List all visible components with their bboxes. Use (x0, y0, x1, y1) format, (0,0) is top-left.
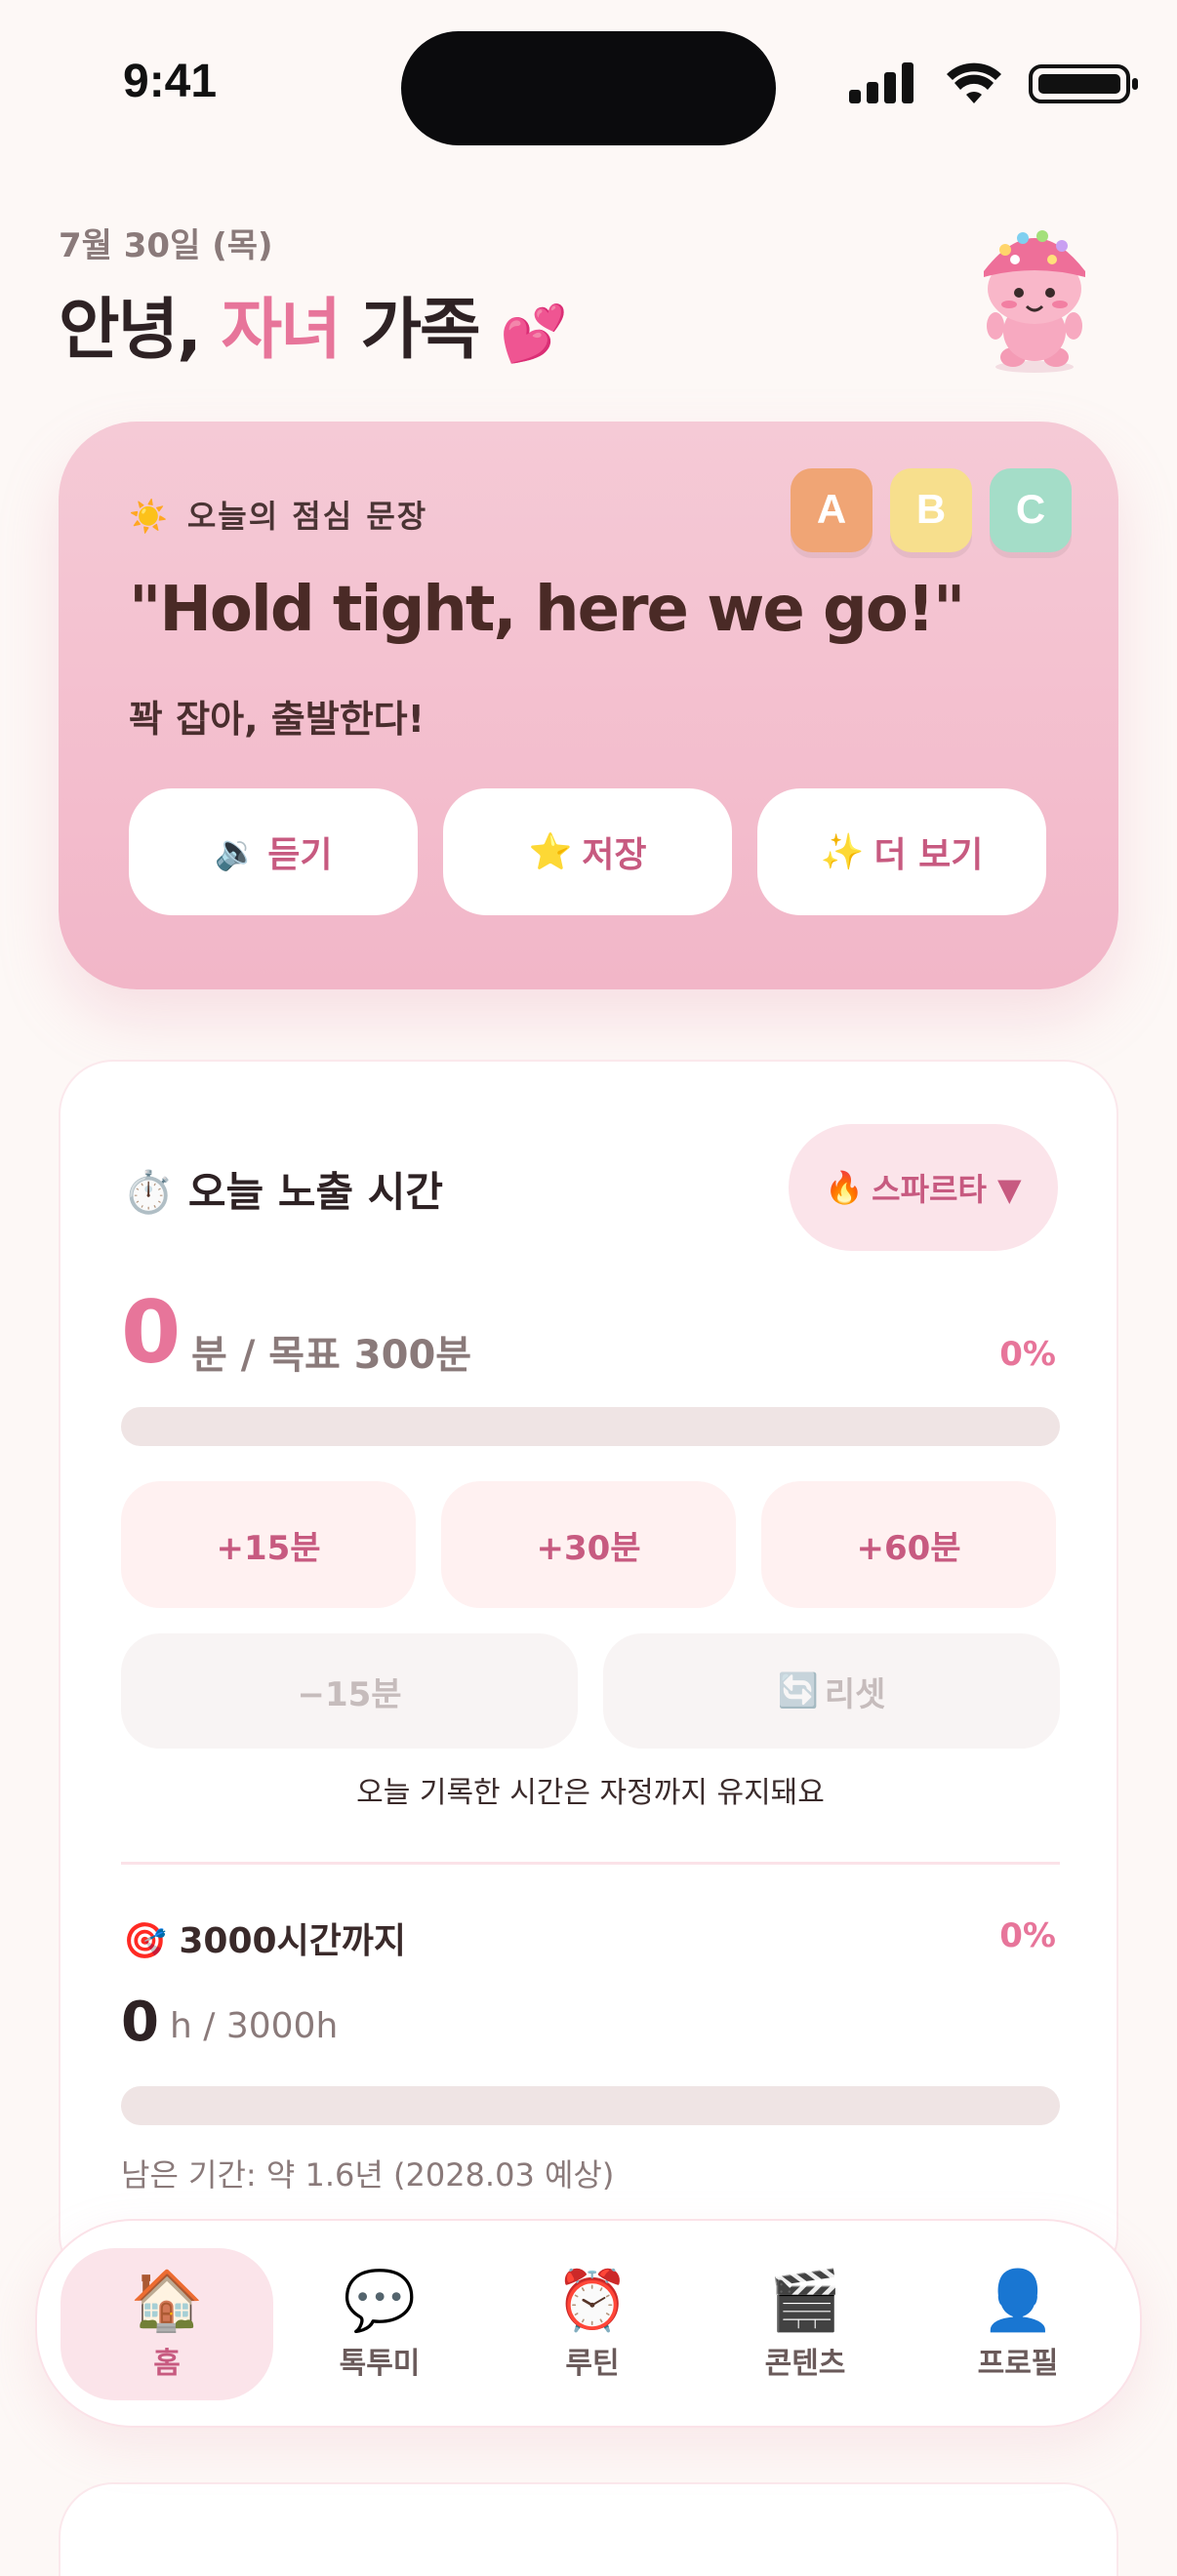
nav-content[interactable]: 🎬 콘텐츠 (699, 2248, 912, 2400)
total-percent: 0% (999, 1916, 1056, 1955)
reset-label: 리셋 (824, 1674, 886, 1714)
wifi-icon (947, 62, 1001, 103)
level-b-badge[interactable]: B (890, 468, 972, 552)
save-button[interactable]: ⭐ 저장 (443, 788, 732, 915)
star-icon: ⭐ (528, 832, 573, 872)
nav-home-label: 홈 (153, 2347, 181, 2381)
nav-profile-label: 프로필 (977, 2347, 1059, 2381)
signal-icon (849, 62, 913, 103)
profile-icon: 👤 (981, 2267, 1055, 2335)
reset-note: 오늘 기록한 시간은 자정까지 유지돼요 (356, 1776, 825, 1810)
mode-label: 스파르타 ▼ (872, 1171, 1022, 1208)
clapper-icon: 🎬 (768, 2267, 842, 2335)
target-icon: 🎯 (123, 1921, 167, 1961)
battery-icon (1029, 64, 1138, 103)
speech-bubble-icon: 💬 (343, 2267, 417, 2335)
mascot-avatar[interactable] (966, 211, 1103, 377)
listen-label: 듣기 (267, 835, 333, 875)
mode-dropdown[interactable]: 🔥 스파르타 ▼ (789, 1124, 1058, 1251)
nav-talk[interactable]: 💬 톡투미 (273, 2248, 486, 2400)
today-progress-bar (121, 1407, 1060, 1446)
reset-button[interactable]: 🔄 리셋 (603, 1633, 1060, 1749)
alarm-clock-icon: ⏰ (555, 2267, 629, 2335)
house-icon: 🏠 (130, 2267, 204, 2335)
more-label: 더 보기 (873, 835, 984, 875)
listen-button[interactable]: 🔉 듣기 (129, 788, 418, 915)
exposure-title: ⏱️ 오늘 노출 시간 (123, 1159, 443, 1219)
date-label: 7월 30일 (목) (59, 226, 273, 265)
speaker-icon: 🔉 (214, 832, 259, 872)
minutes-goal: 분 / 목표 300분 (191, 1333, 472, 1378)
exposure-title-text: 오늘 노출 시간 (187, 1168, 444, 1216)
add-15-button[interactable]: +15분 (121, 1481, 416, 1608)
phrase-label-text: 오늘의 점심 문장 (186, 498, 428, 535)
next-card (59, 2482, 1118, 2576)
goal-title-text: 3000시간까지 (179, 1921, 407, 1961)
add-30-button[interactable]: +30분 (441, 1481, 736, 1608)
bottom-nav: 🏠 홈 💬 톡투미 ⏰ 루틴 🎬 콘텐츠 👤 프로필 (35, 2219, 1142, 2428)
today-percent: 0% (999, 1335, 1056, 1374)
nav-content-label: 콘텐츠 (764, 2347, 846, 2381)
fire-icon: 🔥 (825, 1169, 865, 1206)
more-button[interactable]: ✨ 더 보기 (757, 788, 1046, 915)
hours-value: 0 (121, 1991, 159, 2054)
goal-title: 🎯 3000시간까지 (123, 1912, 406, 1963)
add-60-button[interactable]: +60분 (761, 1481, 1056, 1608)
phrase-english: "Hold tight, here we go!" (129, 574, 965, 646)
reset-icon: 🔄 (777, 1671, 819, 1711)
total-progress-bar (121, 2086, 1060, 2125)
nav-talk-label: 톡투미 (339, 2347, 421, 2381)
status-icons (849, 62, 1138, 103)
divider (121, 1862, 1060, 1865)
hearts-icon: 💕 (500, 302, 568, 366)
exposure-time-card: ⏱️ 오늘 노출 시간 🔥 스파르타 ▼ 0 분 / 목표 300분 0% +1… (59, 1060, 1118, 2289)
subtract-15-button[interactable]: −15분 (121, 1633, 578, 1749)
nav-routine-label: 루틴 (565, 2347, 620, 2381)
minutes-value: 0 (121, 1282, 182, 1383)
greeting-title: 안녕, 자녀 가족 💕 (59, 275, 568, 372)
hours-goal: h / 3000h (170, 2006, 339, 2046)
sun-icon: ☀️ (129, 498, 170, 535)
stopwatch-icon: ⏱️ (123, 1168, 175, 1216)
sparkles-icon: ✨ (820, 832, 865, 872)
greeting-highlight: 자녀 (221, 292, 342, 369)
status-time: 9:41 (123, 56, 218, 107)
phrase-korean: 꽉 잡아, 출발한다! (129, 698, 425, 741)
nav-home[interactable]: 🏠 홈 (61, 2248, 273, 2400)
remaining-period: 남은 기간: 약 1.6년 (2028.03 예상) (121, 2156, 615, 2194)
level-a-badge[interactable]: A (791, 468, 873, 552)
status-bar: 9:41 (0, 0, 1177, 166)
nav-routine[interactable]: ⏰ 루틴 (486, 2248, 699, 2400)
greeting-prefix: 안녕, (59, 292, 202, 369)
save-label: 저장 (582, 835, 647, 875)
greeting-suffix: 가족 (360, 292, 480, 369)
nav-profile[interactable]: 👤 프로필 (912, 2248, 1124, 2400)
level-c-badge[interactable]: C (990, 468, 1072, 552)
dynamic-island (401, 31, 776, 145)
daily-phrase-card: ☀️ 오늘의 점심 문장 A B C "Hold tight, here we g… (59, 422, 1118, 989)
phrase-label: ☀️ 오늘의 점심 문장 (129, 492, 427, 537)
